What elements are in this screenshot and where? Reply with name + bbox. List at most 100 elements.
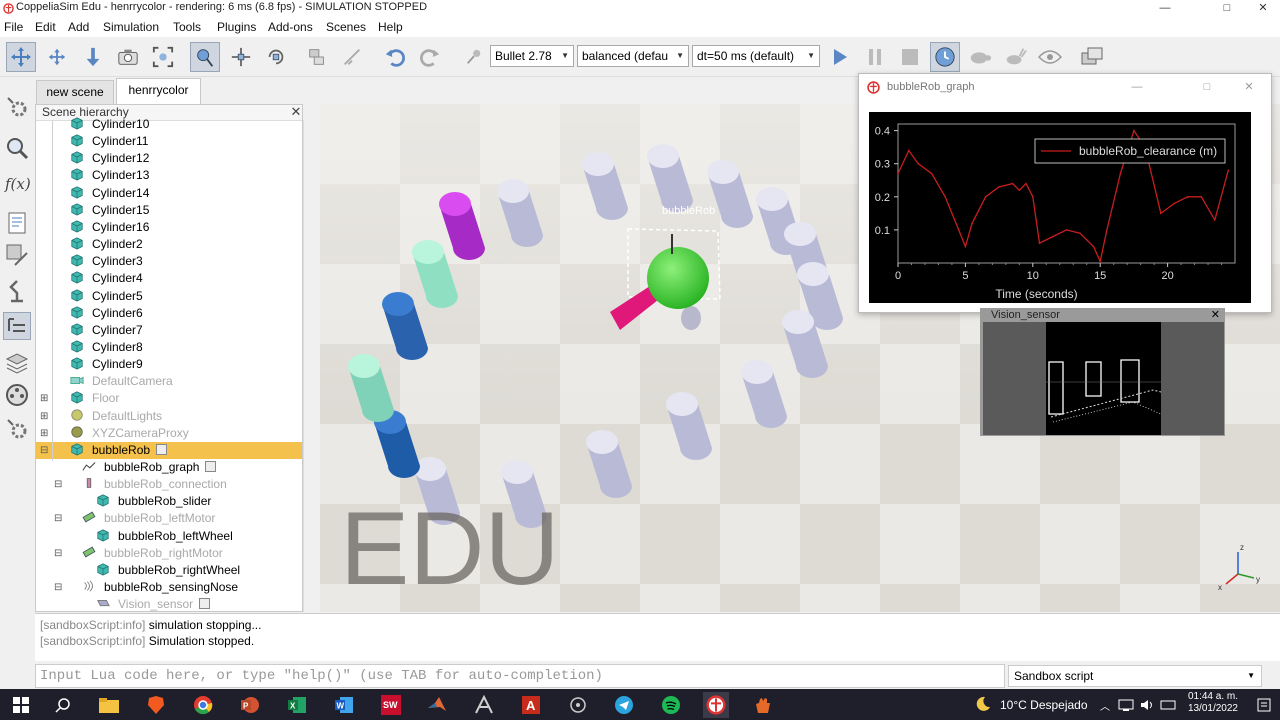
visualization-toggle-button[interactable]	[1035, 42, 1065, 72]
script-attached-icon[interactable]	[156, 443, 168, 455]
network-app-button[interactable]	[565, 692, 591, 718]
graph-maximize-button[interactable]: □	[1184, 79, 1230, 97]
solidworks-button[interactable]: SW	[378, 692, 404, 718]
graph-close-button[interactable]: ✕	[1226, 79, 1272, 97]
camera-pan-button[interactable]	[6, 42, 36, 72]
network-status-icon[interactable]	[1118, 698, 1134, 712]
vision-sensor-window[interactable]: Vision_sensor ✕	[980, 308, 1225, 436]
hierarchy-item[interactable]: Cylinder5	[70, 288, 143, 305]
camera-rotate-button[interactable]	[42, 42, 72, 72]
keyboard-icon[interactable]	[1160, 698, 1176, 712]
hand-app-button[interactable]	[750, 692, 776, 718]
expand-toggle-icon[interactable]: ⊟	[40, 442, 48, 459]
model-browser-button[interactable]	[3, 134, 31, 162]
spotify-button[interactable]	[658, 692, 684, 718]
expand-toggle-icon[interactable]: ⊟	[54, 476, 62, 493]
hierarchy-item[interactable]: ⊞ Floor	[40, 390, 119, 407]
pause-simulation-button[interactable]	[860, 42, 890, 72]
hierarchy-item[interactable]: Cylinder8	[70, 339, 143, 356]
telegram-button[interactable]	[611, 692, 637, 718]
camera-view-button[interactable]	[113, 42, 143, 72]
minimize-button[interactable]: —	[1142, 0, 1188, 18]
scene-hierarchy-toggle-button[interactable]	[3, 312, 31, 340]
file-explorer-button[interactable]	[96, 692, 122, 718]
hierarchy-item[interactable]: Cylinder13	[70, 167, 149, 184]
stop-simulation-button[interactable]	[895, 42, 925, 72]
expand-toggle-icon[interactable]: ⊞	[40, 425, 48, 442]
expand-toggle-icon[interactable]: ⊟	[54, 510, 62, 527]
menu-scenes[interactable]: Scenes	[326, 20, 366, 34]
user-settings-button[interactable]	[3, 415, 31, 443]
hierarchy-item[interactable]: Cylinder7	[70, 322, 143, 339]
script-attached-icon[interactable]	[205, 461, 217, 472]
word-button[interactable]: W	[331, 692, 357, 718]
menu-add[interactable]: Add	[68, 20, 89, 34]
redo-button[interactable]	[415, 42, 445, 72]
script-editor-button[interactable]	[3, 209, 31, 237]
menu-simulation[interactable]: Simulation	[103, 20, 159, 34]
graph-window[interactable]: bubbleRob_graph — □ ✕ 0 5 10 15 20 0.1 0.2 0.3 0…	[858, 73, 1272, 313]
faster-button[interactable]	[1000, 42, 1030, 72]
matlab-button[interactable]	[424, 692, 450, 718]
assemble-button[interactable]	[302, 42, 332, 72]
close-icon[interactable]: ✕	[289, 105, 302, 120]
hierarchy-item[interactable]: Cylinder6	[70, 305, 143, 322]
hierarchy-item[interactable]: bubbleRob_leftWheel	[96, 528, 233, 545]
engine-accuracy-select[interactable]: balanced (defau ▼	[577, 45, 689, 67]
hierarchy-item[interactable]: Cylinder9	[70, 356, 143, 373]
expand-toggle-icon[interactable]: ⊞	[40, 408, 48, 425]
hierarchy-item[interactable]: bubbleRob_slider	[96, 493, 211, 510]
timestep-select[interactable]: dt=50 ms (default) ▼	[692, 45, 820, 67]
menu-help[interactable]: Help	[378, 20, 403, 34]
real-time-button[interactable]	[930, 42, 960, 72]
vision-close-icon[interactable]: ✕	[1211, 308, 1220, 321]
start-simulation-button[interactable]	[825, 42, 855, 72]
close-button[interactable]: ✕	[1240, 0, 1280, 18]
hierarchy-item[interactable]: Cylinder11	[70, 133, 148, 150]
start-button[interactable]	[8, 692, 34, 718]
physics-engine-icon-button[interactable]	[462, 42, 486, 72]
hierarchy-item[interactable]: ⊟ bubbleRob_rightMotor	[54, 545, 223, 562]
ansys-button[interactable]	[471, 692, 497, 718]
hierarchy-item[interactable]: ⊟ bubbleRob	[36, 441, 302, 459]
chrome-button[interactable]	[190, 692, 216, 718]
hierarchy-item[interactable]: Cylinder4	[70, 270, 143, 287]
hierarchy-item[interactable]: DefaultCamera	[70, 373, 173, 390]
hierarchy-item[interactable]: Cylinder10	[70, 116, 149, 133]
undo-button[interactable]	[380, 42, 410, 72]
hierarchy-item[interactable]: Cylinder14	[70, 185, 149, 202]
search-button[interactable]	[50, 692, 76, 718]
slower-button[interactable]	[965, 42, 995, 72]
coppeliasim-taskbar-button[interactable]	[703, 692, 729, 718]
hierarchy-item[interactable]: bubbleRob_graph	[82, 459, 217, 476]
simulation-settings-button[interactable]	[3, 93, 31, 121]
system-clock[interactable]: 01:44 a. m. 13/01/2022	[1188, 691, 1238, 715]
menu-addons[interactable]: Add-ons	[268, 20, 313, 34]
autocad-button[interactable]: A	[518, 692, 544, 718]
tab-new-scene[interactable]: new scene	[36, 80, 114, 104]
hierarchy-item[interactable]: Vision_sensor	[96, 596, 211, 611]
hierarchy-scrollbar[interactable]	[303, 120, 319, 612]
hierarchy-item[interactable]: Cylinder2	[70, 236, 143, 253]
graph-minimize-button[interactable]: —	[1114, 79, 1160, 97]
expand-toggle-icon[interactable]: ⊞	[40, 390, 48, 407]
hierarchy-item[interactable]: bubbleRob_rightWheel	[96, 562, 240, 579]
powerpoint-button[interactable]: P	[237, 692, 263, 718]
hierarchy-item[interactable]: Cylinder3	[70, 253, 143, 270]
hierarchy-item[interactable]: Cylinder16	[70, 219, 149, 236]
menu-file[interactable]: File	[4, 20, 23, 34]
hierarchy-item[interactable]: ⊟ bubbleRob_leftMotor	[54, 510, 215, 527]
camera-shift-button[interactable]	[78, 42, 108, 72]
expand-toggle-icon[interactable]: ⊟	[54, 545, 62, 562]
menu-edit[interactable]: Edit	[35, 20, 56, 34]
hierarchy-item[interactable]: ⊞ XYZCameraProxy	[40, 425, 189, 442]
calculation-modules-button[interactable]: f(x)	[3, 169, 31, 197]
path-edit-button[interactable]	[3, 276, 31, 304]
script-selector[interactable]: Sandbox script ▼	[1008, 665, 1262, 687]
hierarchy-item[interactable]: ⊟ bubbleRob_connection	[54, 476, 227, 493]
hierarchy-item[interactable]: Cylinder15	[70, 202, 149, 219]
layers-button[interactable]	[3, 349, 31, 377]
script-attached-icon[interactable]	[199, 598, 211, 610]
tab-henrrycolor[interactable]: henrrycolor	[116, 78, 201, 104]
system-tray-chevron-icon[interactable]: ︿	[1100, 698, 1110, 713]
